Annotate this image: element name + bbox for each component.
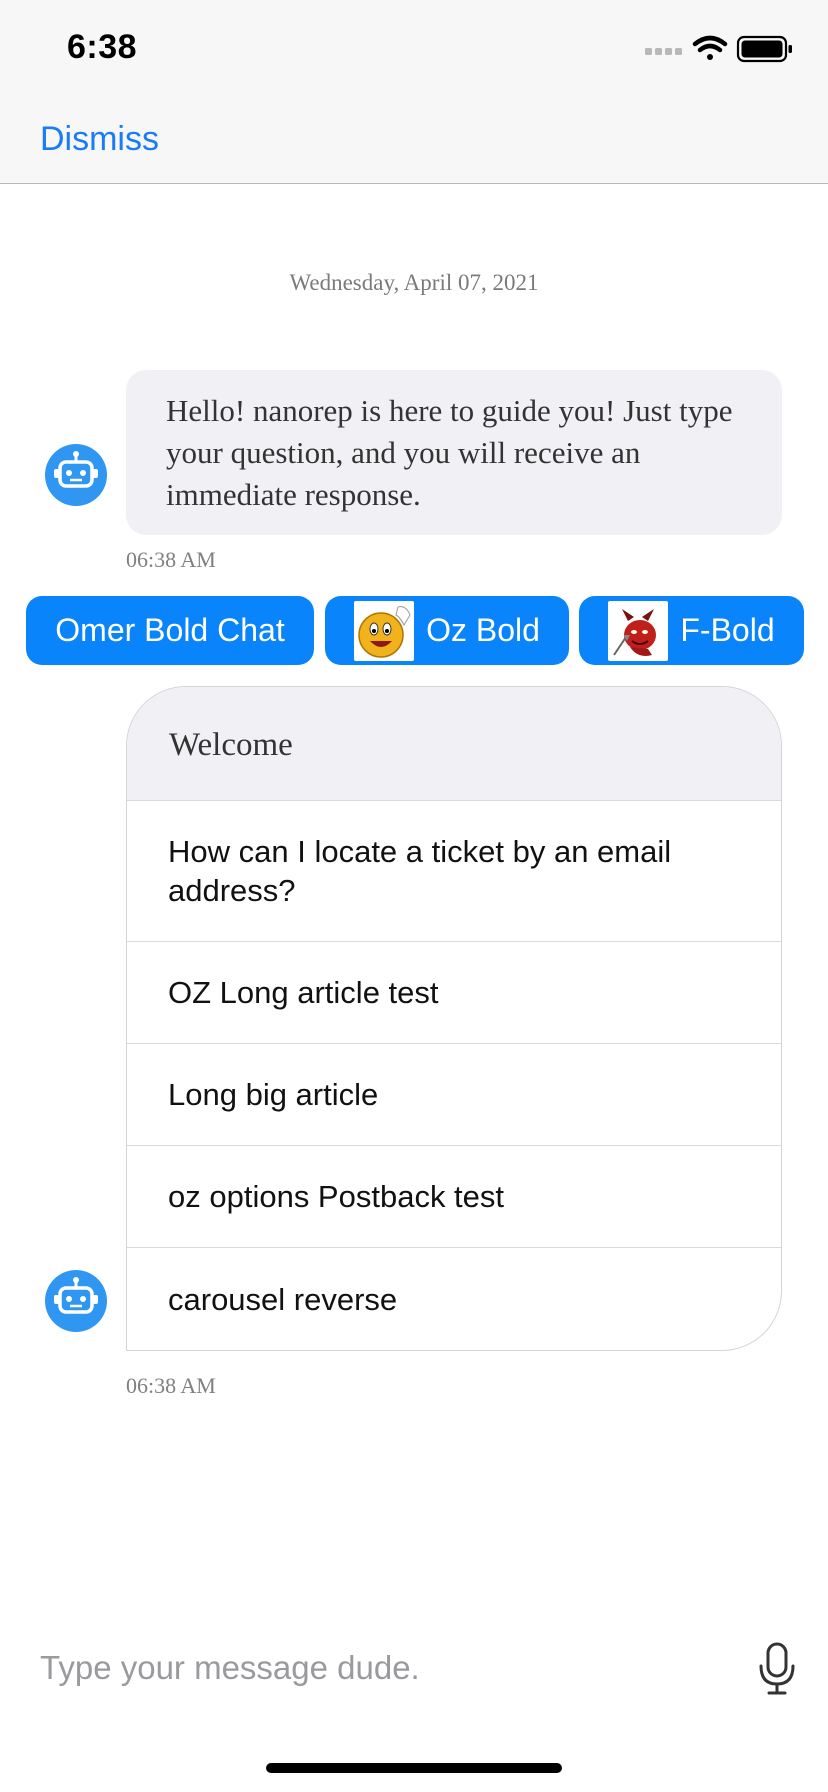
option-item[interactable]: OZ Long article test [127, 942, 781, 1044]
wifi-icon [692, 35, 728, 60]
dismiss-button[interactable]: Dismiss [40, 120, 159, 159]
options-card: Welcome How can I locate a ticket by an … [126, 686, 782, 1351]
quick-reply-label: Oz Bold [426, 612, 540, 648]
microphone-icon[interactable] [757, 1642, 797, 1696]
status-time: 6:38 [67, 28, 138, 66]
option-item[interactable]: oz options Postback test [127, 1146, 781, 1248]
home-indicator[interactable] [266, 1763, 562, 1773]
date-header: Wednesday, April 07, 2021 [289, 270, 539, 295]
quick-reply-omer-bold-chat[interactable]: Omer Bold Chat [26, 596, 314, 665]
battery-icon [736, 35, 792, 63]
status-icons [645, 35, 792, 63]
options-card-title: Welcome [127, 687, 781, 801]
bot-avatar [45, 444, 107, 506]
option-label: Long big article [168, 1077, 379, 1112]
quick-reply-label: F-Bold [680, 612, 775, 648]
robot-icon [54, 451, 98, 488]
smiley-waving-icon [354, 600, 415, 661]
option-label: How can I locate a ticket by an email ad… [168, 834, 672, 908]
top-bar: 6:38 Dismiss [0, 0, 828, 184]
quick-reply-label: Omer Bold Chat [55, 612, 285, 648]
option-label: OZ Long article test [168, 975, 439, 1010]
options-timestamp: 06:38 AM [126, 1373, 216, 1398]
option-label: oz options Postback test [168, 1179, 505, 1214]
message-input[interactable] [40, 1644, 720, 1692]
red-devil-icon [608, 600, 669, 661]
option-item[interactable]: How can I locate a ticket by an email ad… [127, 801, 781, 942]
greeting-timestamp: 06:38 AM [126, 547, 216, 572]
option-item[interactable]: carousel reverse [127, 1248, 781, 1350]
greeting-bubble: Hello! nanorep is here to guide you! Jus… [126, 370, 782, 535]
quick-reply-f-bold[interactable]: F-Bold [579, 596, 804, 665]
signal-icon [645, 48, 682, 55]
bot-avatar [45, 1270, 107, 1332]
robot-icon [54, 1277, 98, 1314]
option-item[interactable]: Long big article [127, 1044, 781, 1146]
option-label: carousel reverse [168, 1281, 398, 1317]
quick-reply-oz-bold[interactable]: Oz Bold [325, 596, 569, 665]
